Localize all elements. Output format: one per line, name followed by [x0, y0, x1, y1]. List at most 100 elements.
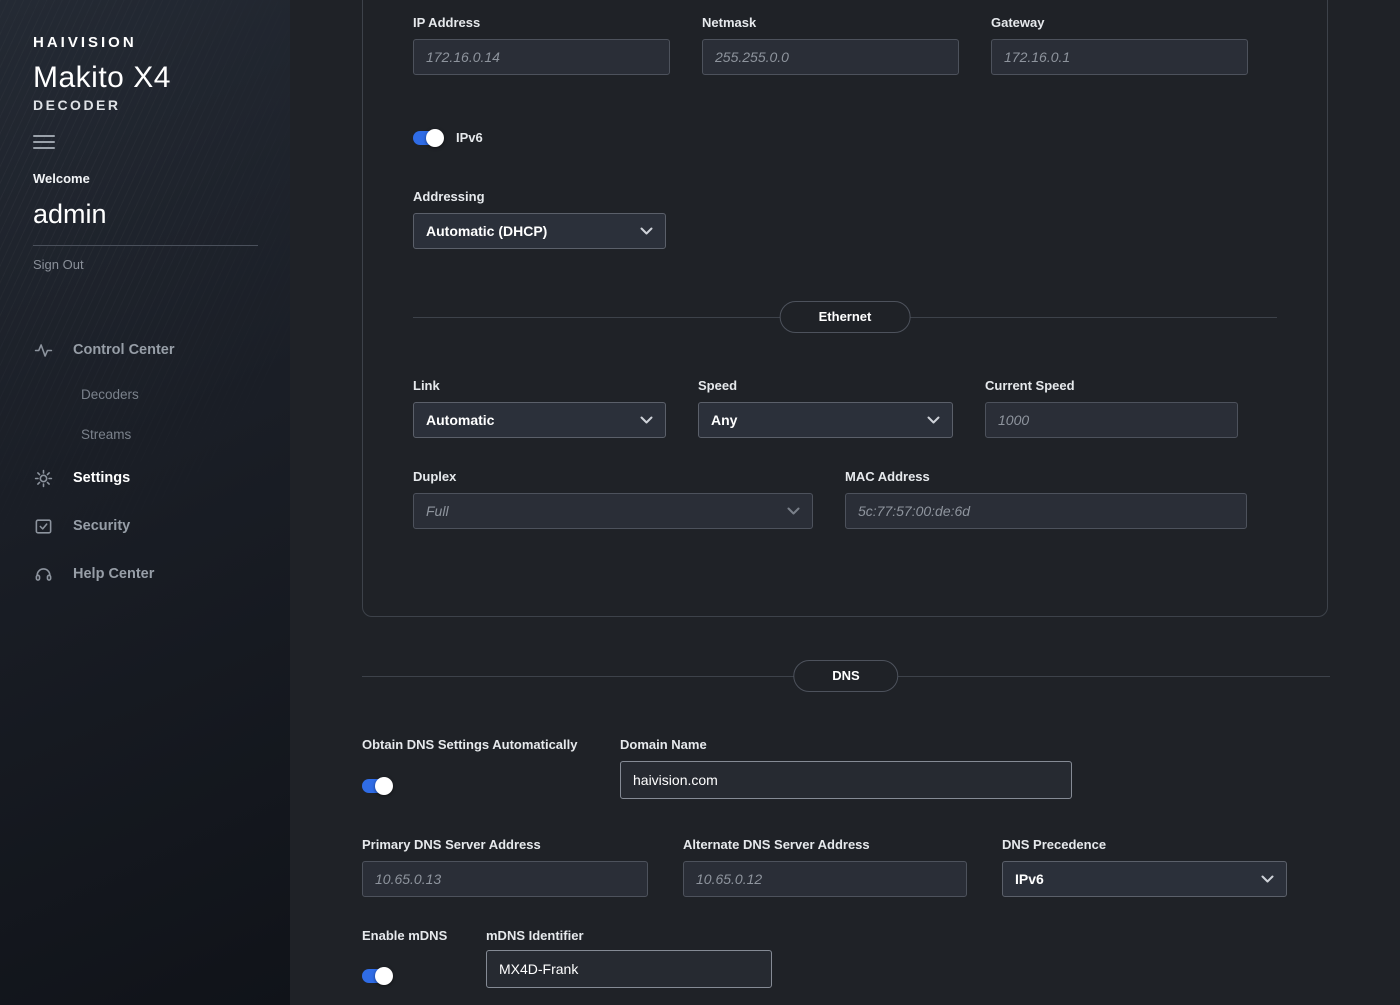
hamburger-menu-icon[interactable]	[33, 135, 55, 149]
welcome-label: Welcome	[33, 171, 290, 186]
link-value: Automatic	[426, 412, 494, 428]
domain-name-input[interactable]	[620, 761, 1072, 799]
primary-dns-label: Primary DNS Server Address	[362, 837, 648, 852]
sidebar-item-label: Control Center	[73, 342, 175, 358]
ip-address-label: IP Address	[413, 15, 670, 30]
gateway-input[interactable]	[991, 39, 1248, 75]
primary-dns-input[interactable]	[362, 861, 648, 897]
sidebar-nav: Control Center Decoders Streams Settings…	[33, 326, 290, 598]
dns-section-divider: DNS	[362, 660, 1330, 692]
user-divider	[33, 245, 258, 246]
main-content: IP Address Netmask Gateway IPv6 Addressi…	[290, 0, 1400, 1005]
obtain-dns-field: Obtain DNS Settings Automatically	[362, 737, 620, 799]
addressing-value: Automatic (DHCP)	[426, 223, 547, 239]
link-label: Link	[413, 378, 666, 393]
sidebar-item-security[interactable]: Security	[33, 502, 290, 550]
current-speed-field: Current Speed	[985, 378, 1238, 438]
alternate-dns-field: Alternate DNS Server Address	[683, 837, 967, 897]
ip-address-input[interactable]	[413, 39, 670, 75]
chevron-down-icon	[640, 227, 653, 235]
gear-icon	[33, 468, 53, 488]
mdns-row: Enable mDNS mDNS Identifier	[362, 928, 1330, 988]
sidebar-item-control-center[interactable]: Control Center	[33, 326, 290, 374]
addressing-dropdown[interactable]: Automatic (DHCP)	[413, 213, 666, 249]
sidebar-item-help-center[interactable]: Help Center	[33, 550, 290, 598]
mdns-identifier-label: mDNS Identifier	[486, 928, 772, 943]
ethernet-section-divider: Ethernet	[413, 301, 1277, 333]
ip-config-row: IP Address Netmask Gateway	[413, 15, 1277, 75]
link-speed-row: Link Automatic Speed Any	[413, 378, 1277, 438]
duplex-dropdown: Full	[413, 493, 813, 529]
enable-mdns-toggle[interactable]	[362, 969, 391, 983]
duplex-value: Full	[426, 503, 449, 519]
sidebar-item-settings[interactable]: Settings	[33, 454, 290, 502]
network-settings-card: IP Address Netmask Gateway IPv6 Addressi…	[362, 0, 1328, 617]
sidebar-item-label: Help Center	[73, 566, 154, 582]
page: HAIVISION Makito X4 DECODER Welcome admi…	[0, 0, 1400, 1005]
sign-out-link[interactable]: Sign Out	[33, 257, 290, 272]
netmask-input[interactable]	[702, 39, 959, 75]
current-speed-label: Current Speed	[985, 378, 1238, 393]
ipv6-toggle[interactable]	[413, 131, 442, 145]
dns-section-pill: DNS	[793, 660, 898, 692]
gateway-field: Gateway	[991, 15, 1248, 75]
dns-precedence-value: IPv6	[1015, 871, 1044, 887]
duplex-field: Duplex Full	[413, 469, 813, 529]
mdns-identifier-input[interactable]	[486, 950, 772, 988]
chevron-down-icon	[640, 416, 653, 424]
current-speed-input	[985, 402, 1238, 438]
netmask-label: Netmask	[702, 15, 959, 30]
sidebar-item-decoders[interactable]: Decoders	[33, 374, 290, 414]
ipv6-label: IPv6	[456, 130, 483, 145]
dns-obtain-row: Obtain DNS Settings Automatically Domain…	[362, 737, 1330, 799]
speed-field: Speed Any	[698, 378, 953, 438]
dns-precedence-dropdown[interactable]: IPv6	[1002, 861, 1287, 897]
dns-precedence-label: DNS Precedence	[1002, 837, 1287, 852]
product-name: Makito X4	[33, 61, 290, 95]
enable-mdns-label: Enable mDNS	[362, 928, 486, 943]
dns-servers-row: Primary DNS Server Address Alternate DNS…	[362, 837, 1330, 897]
speed-value: Any	[711, 412, 737, 428]
enable-mdns-field: Enable mDNS	[362, 928, 486, 988]
alternate-dns-input[interactable]	[683, 861, 967, 897]
toggle-knob	[375, 967, 393, 985]
netmask-field: Netmask	[702, 15, 959, 75]
link-dropdown[interactable]: Automatic	[413, 402, 666, 438]
gateway-label: Gateway	[991, 15, 1248, 30]
dns-section: DNS Obtain DNS Settings Automatically Do…	[362, 660, 1330, 988]
duplex-mac-row: Duplex Full MAC Address	[413, 469, 1277, 529]
product-subtitle: DECODER	[33, 97, 290, 113]
speed-label: Speed	[698, 378, 953, 393]
sidebar-item-label: Streams	[81, 427, 131, 442]
toggle-knob	[375, 777, 393, 795]
mac-address-input	[845, 493, 1247, 529]
domain-name-label: Domain Name	[620, 737, 1072, 752]
addressing-field: Addressing Automatic (DHCP)	[413, 189, 666, 249]
chevron-down-icon	[1261, 875, 1274, 883]
chevron-down-icon	[927, 416, 940, 424]
sidebar-item-streams[interactable]: Streams	[33, 414, 290, 454]
obtain-dns-label: Obtain DNS Settings Automatically	[362, 737, 620, 752]
alternate-dns-label: Alternate DNS Server Address	[683, 837, 967, 852]
addressing-label: Addressing	[413, 189, 666, 204]
mac-address-label: MAC Address	[845, 469, 1247, 484]
headset-icon	[33, 564, 53, 584]
security-check-icon	[33, 516, 53, 536]
link-field: Link Automatic	[413, 378, 666, 438]
duplex-label: Duplex	[413, 469, 813, 484]
ethernet-section-pill: Ethernet	[780, 301, 911, 333]
obtain-dns-toggle[interactable]	[362, 779, 391, 793]
sidebar-item-label: Decoders	[81, 387, 139, 402]
speed-dropdown[interactable]: Any	[698, 402, 953, 438]
sidebar-item-label: Settings	[73, 470, 130, 486]
mdns-identifier-field: mDNS Identifier	[486, 928, 772, 988]
ipv6-toggle-row: IPv6	[413, 130, 1277, 145]
dns-precedence-field: DNS Precedence IPv6	[1002, 837, 1287, 897]
chevron-down-icon	[787, 507, 800, 515]
sidebar-item-label: Security	[73, 518, 130, 534]
primary-dns-field: Primary DNS Server Address	[362, 837, 648, 897]
activity-icon	[33, 340, 53, 360]
sidebar: HAIVISION Makito X4 DECODER Welcome admi…	[0, 0, 290, 1005]
ip-address-field: IP Address	[413, 15, 670, 75]
mac-address-field: MAC Address	[845, 469, 1247, 529]
